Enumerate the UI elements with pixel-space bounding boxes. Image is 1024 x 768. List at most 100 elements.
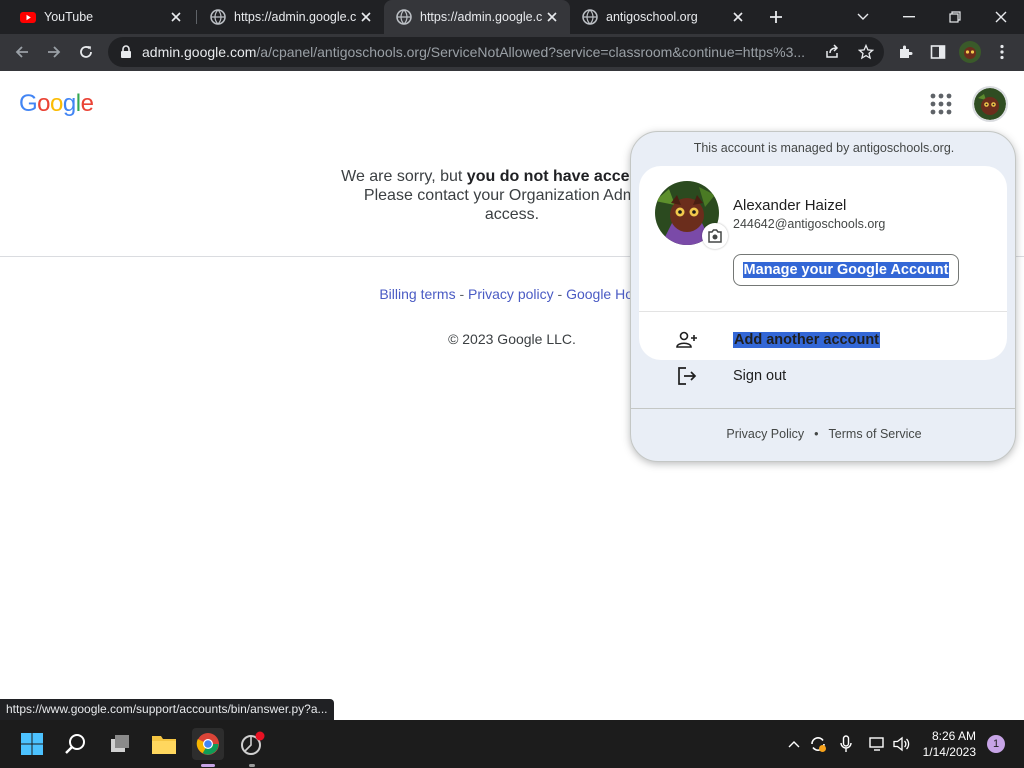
folder-icon [152, 736, 176, 754]
apps-grid-icon[interactable] [928, 91, 954, 117]
show-hidden-icons-button[interactable] [784, 734, 804, 754]
globe-icon [210, 9, 226, 25]
tab-strip: YouTube https://admin.google.com https:/… [0, 0, 1024, 34]
lock-icon[interactable] [120, 45, 132, 59]
monitor-icon [869, 737, 884, 751]
close-tab-icon[interactable] [542, 7, 562, 27]
app-icon [241, 731, 265, 755]
close-icon [995, 11, 1007, 23]
change-photo-button[interactable] [702, 223, 728, 249]
avatar [959, 41, 981, 63]
separator-dot: • [814, 427, 819, 441]
url-text[interactable]: admin.google.com/a/cpanel/antigoschools.… [142, 44, 822, 60]
billing-terms-link[interactable]: Billing terms [379, 286, 455, 302]
back-button[interactable] [8, 38, 36, 66]
taskbar: 8:26 AM 1/14/2023 1 [0, 720, 1024, 768]
address-bar[interactable]: admin.google.com/a/cpanel/antigoschools.… [108, 37, 884, 67]
star-icon[interactable] [858, 44, 874, 60]
manage-account-button[interactable]: Manage your Google Account [733, 254, 959, 286]
separator: - [553, 286, 567, 302]
more-vert-icon [1000, 44, 1004, 60]
tab-antigoschool[interactable]: antigoschool.org [570, 0, 756, 34]
close-window-button[interactable] [978, 0, 1024, 34]
tab-search-button[interactable] [840, 0, 886, 34]
new-tab-button[interactable] [762, 0, 790, 34]
avatar [974, 88, 1006, 120]
sync-icon [811, 737, 826, 752]
share-icon[interactable] [824, 44, 840, 60]
windows-icon [21, 733, 43, 755]
clock-time: 8:26 AM [931, 729, 976, 743]
side-panel-button[interactable] [924, 38, 952, 66]
account-name: Alexander Haizel [733, 197, 847, 214]
minimize-icon [903, 16, 915, 18]
sign-out-label: Sign out [733, 368, 787, 384]
privacy-policy-link[interactable]: Privacy policy [468, 286, 554, 302]
url-host: admin.google.com [142, 44, 257, 60]
chevron-down-icon [857, 13, 869, 20]
status-url-bubble: https://www.google.com/support/accounts/… [0, 699, 334, 720]
tab-title: antigoschool.org [606, 10, 698, 24]
profile-button[interactable] [956, 38, 984, 66]
chrome-menu-button[interactable] [988, 38, 1016, 66]
search-icon [65, 734, 85, 754]
url-path: /a/cpanel/antigoschools.org/ServiceNotAl… [256, 44, 806, 60]
chrome-taskbar-button[interactable] [192, 728, 224, 760]
microphone-icon [840, 735, 852, 752]
menu-divider [631, 408, 1015, 409]
active-app-indicator [201, 764, 215, 767]
restore-icon [949, 11, 961, 23]
extensions-button[interactable] [892, 38, 920, 66]
app-taskbar-button[interactable] [236, 728, 268, 760]
account-card: Alexander Haizel 244642@antigoschools.or… [639, 166, 1007, 360]
terms-of-service-link[interactable]: Terms of Service [829, 427, 922, 441]
minimize-button[interactable] [886, 0, 932, 34]
forward-button[interactable] [40, 38, 68, 66]
running-indicator [249, 764, 255, 767]
tab-admin-1[interactable]: https://admin.google.com [198, 0, 384, 34]
arrow-right-icon [48, 46, 61, 58]
notification-badge[interactable]: 1 [987, 735, 1005, 753]
menu-footer: Privacy Policy • Terms of Service [631, 427, 1015, 441]
card-divider [639, 311, 1007, 312]
reload-button[interactable] [72, 38, 100, 66]
logout-icon [678, 367, 697, 385]
add-account-row[interactable]: Add another account [631, 320, 1015, 360]
youtube-icon [20, 12, 36, 23]
side-panel-icon [930, 45, 946, 59]
network-tray-button[interactable] [868, 734, 888, 754]
file-explorer-button[interactable] [148, 728, 180, 760]
close-tab-icon[interactable] [356, 7, 376, 27]
close-tab-icon[interactable] [166, 7, 186, 27]
account-avatar-button[interactable] [972, 86, 1008, 122]
sync-tray-button[interactable] [808, 734, 828, 754]
globe-icon [582, 9, 598, 25]
puzzle-icon [900, 45, 913, 58]
privacy-policy-link[interactable]: Privacy Policy [726, 427, 804, 441]
task-view-button[interactable] [104, 728, 136, 760]
plus-icon [770, 11, 782, 23]
add-account-label: Add another account [733, 332, 881, 348]
clock[interactable]: 8:26 AM 1/14/2023 [906, 728, 976, 760]
chevron-up-icon [788, 741, 800, 748]
tab-admin-2[interactable]: https://admin.google.com [384, 0, 570, 34]
separator: - [455, 286, 469, 302]
page-content: Google We are sorry, but you do not have… [0, 71, 1024, 720]
manage-account-label: Manage your Google Account [742, 262, 950, 278]
message-prefix: We are sorry, but [341, 168, 467, 185]
managed-notice: This account is managed by antigoschools… [693, 141, 955, 155]
start-button[interactable] [16, 728, 48, 760]
clock-date: 1/14/2023 [922, 745, 976, 759]
tab-title: https://admin.google.com [420, 10, 542, 24]
google-logo[interactable]: Google [19, 90, 94, 118]
tab-youtube[interactable]: YouTube [8, 0, 194, 34]
tab-title: YouTube [44, 10, 94, 24]
camera-icon [708, 229, 722, 243]
reload-icon [80, 46, 92, 58]
microphone-tray-button[interactable] [836, 734, 856, 754]
close-tab-icon[interactable] [728, 7, 748, 27]
chrome-icon [196, 733, 219, 755]
sign-out-button[interactable]: Sign out [631, 356, 1015, 396]
search-button[interactable] [60, 728, 92, 760]
restore-button[interactable] [932, 0, 978, 34]
